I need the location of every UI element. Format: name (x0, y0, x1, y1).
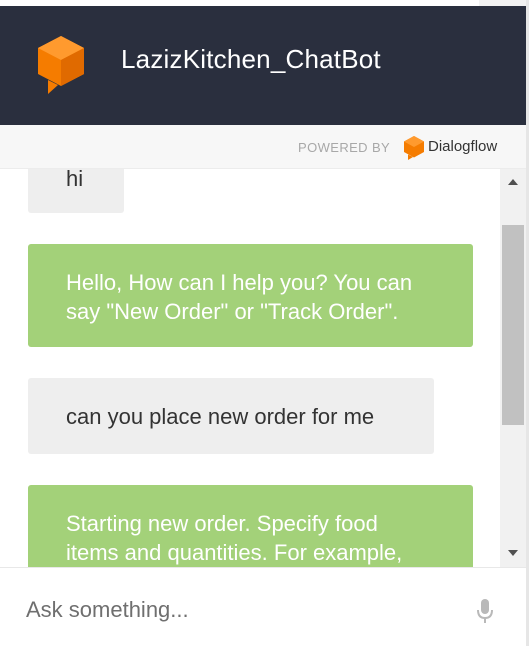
powered-by-bar: POWERED BY Dialogflow (0, 125, 526, 169)
bot-message: Starting new order. Specify food items a… (28, 485, 473, 567)
chat-message-list[interactable]: hi Hello, How can I help you? You can sa… (0, 169, 500, 567)
microphone-icon[interactable] (475, 598, 495, 624)
scrollbar-thumb[interactable] (502, 225, 524, 425)
message-input[interactable] (26, 592, 446, 628)
powered-by-label: POWERED BY (298, 140, 391, 155)
dialogflow-brand-link[interactable]: Dialogflow (428, 138, 497, 155)
scroll-up-arrow-icon[interactable] (508, 179, 518, 185)
message-input-bar (0, 567, 526, 646)
bot-message: Hello, How can I help you? You can say "… (28, 244, 473, 347)
chat-scrollbar[interactable] (500, 169, 526, 567)
scroll-down-arrow-icon[interactable] (508, 550, 518, 556)
chatbot-cube-icon (38, 36, 84, 94)
bot-title: LazizKitchen_ChatBot (121, 44, 381, 74)
user-message: can you place new order for me (28, 378, 434, 454)
chat-header: LazizKitchen_ChatBot (0, 6, 526, 125)
user-message: hi (28, 169, 124, 213)
dialogflow-icon[interactable] (403, 135, 425, 160)
